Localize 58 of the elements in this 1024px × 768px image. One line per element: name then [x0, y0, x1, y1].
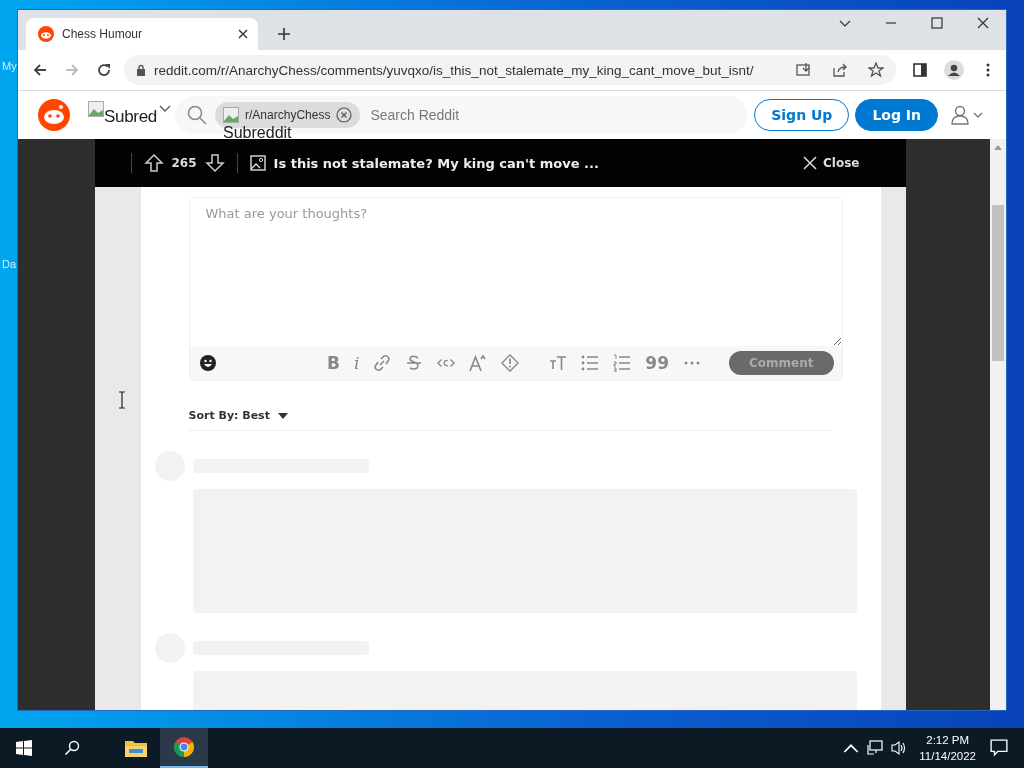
post-title: Is this not stalemate? My king can't move ... [273, 155, 599, 171]
scrollbar-track[interactable] [990, 139, 1006, 710]
notifications-icon[interactable] [990, 739, 1008, 757]
link-icon[interactable] [373, 354, 392, 372]
browser-tab[interactable]: Chess Humour [26, 18, 258, 50]
install-icon[interactable] [796, 62, 812, 78]
sign-up-button[interactable]: Sign Up [754, 99, 850, 131]
lock-icon [136, 64, 146, 76]
close-icon [803, 156, 818, 170]
emoji-icon[interactable] [199, 355, 216, 371]
image-alt-text: Subred [104, 107, 158, 127]
reddit-logo-icon [38, 26, 54, 42]
folder-icon [125, 738, 147, 758]
chrome-icon [173, 737, 195, 757]
italic-button[interactable]: i [353, 354, 360, 372]
new-tab-icon[interactable] [278, 28, 290, 40]
upvote-icon[interactable] [143, 153, 164, 173]
broken-image-icon [223, 107, 240, 123]
broken-image-icon [88, 101, 104, 117]
network-icon[interactable] [867, 740, 884, 756]
close-icon[interactable] [238, 29, 248, 39]
scrollbar-thumb[interactable] [992, 205, 1004, 361]
maximize-icon[interactable] [931, 17, 943, 29]
log-in-button[interactable]: Log In [855, 99, 938, 131]
reload-icon[interactable] [96, 62, 112, 78]
strikethrough-icon[interactable] [405, 354, 424, 372]
address-bar[interactable]: reddit.com/r/AnarchyChess/comments/yuvqxo/is_this_not_stalemate_my_king_cant_move_but_isnt/ [124, 55, 896, 85]
search-icon[interactable] [64, 740, 80, 756]
vote-count: 265 [171, 156, 197, 170]
format-button[interactable]: 99 [645, 354, 669, 372]
sort-dropdown[interactable]: Sort By: Best [188, 409, 288, 422]
profile-icon[interactable] [944, 60, 964, 80]
reddit-logo-icon[interactable] [38, 99, 70, 131]
superscript-icon[interactable] [469, 354, 488, 372]
close-icon[interactable] [977, 17, 989, 29]
back-icon[interactable] [32, 62, 48, 78]
text-cursor-icon [118, 391, 126, 409]
volume-icon[interactable] [891, 740, 908, 756]
image-post-icon [249, 155, 266, 171]
close-button[interactable]: Close [797, 155, 866, 171]
heading-icon[interactable] [549, 354, 568, 372]
bulleted-list-icon[interactable] [581, 354, 600, 372]
star-icon[interactable] [868, 62, 884, 78]
clear-icon[interactable] [336, 107, 353, 123]
start-icon[interactable] [16, 740, 32, 756]
caret-icon [277, 412, 288, 419]
spoiler-icon[interactable] [501, 354, 520, 372]
comment-editor[interactable]: What are your thoughts? B i 99 Comment [188, 197, 843, 381]
desktop-icon-label[interactable]: Da [2, 258, 17, 270]
chevron-down-icon[interactable] [159, 105, 172, 113]
share-icon[interactable] [832, 62, 848, 78]
format-button[interactable]: B [326, 354, 340, 372]
clock[interactable]: 2:12 PM 11/14/2022 [919, 732, 976, 764]
downvote-icon[interactable] [204, 153, 225, 173]
taskbar-app[interactable] [160, 728, 208, 768]
search-icon [187, 105, 208, 125]
desktop-icon-label[interactable]: My [2, 60, 17, 72]
side-panel-icon[interactable] [912, 62, 928, 78]
